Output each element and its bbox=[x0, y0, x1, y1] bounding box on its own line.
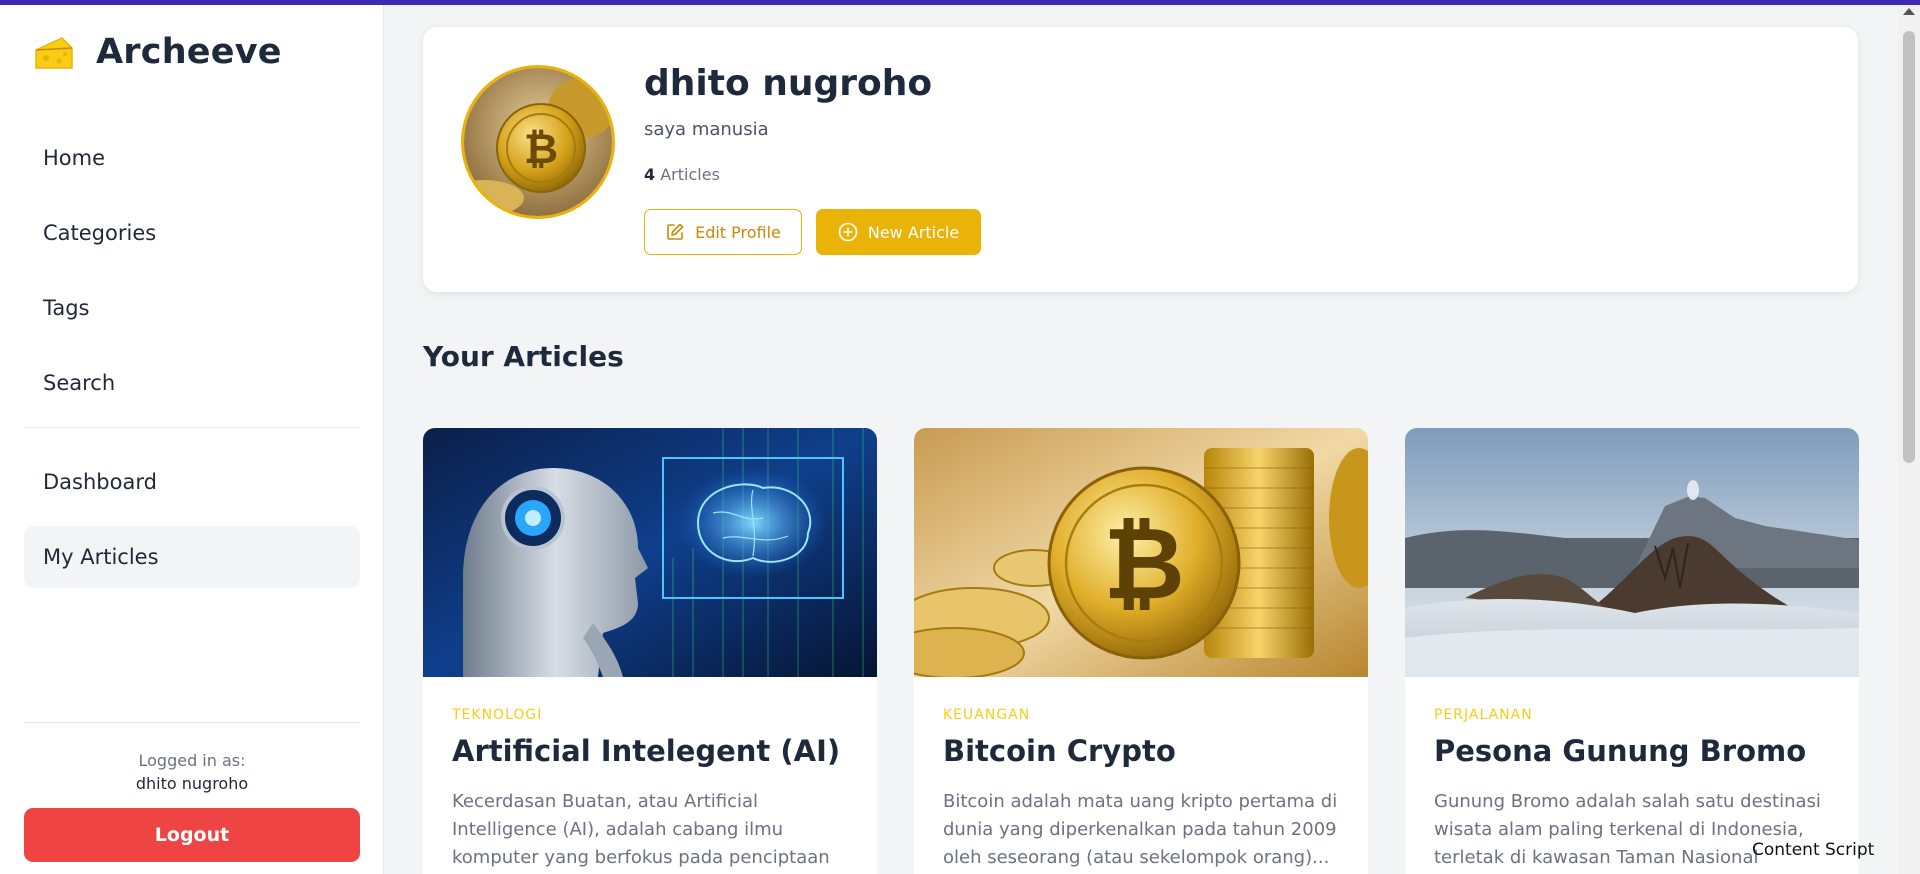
sidebar-item-search[interactable]: Search bbox=[24, 352, 360, 414]
plus-circle-icon bbox=[838, 222, 858, 242]
bitcoin-avatar-image: ₿ bbox=[464, 68, 612, 216]
brand-name: Archeeve bbox=[96, 32, 282, 72]
nav-divider bbox=[24, 427, 360, 428]
profile-card: ₿ dhito nugroho saya manusia 4 Articles … bbox=[423, 27, 1858, 292]
sidebar: Archeeve Home Categories Tags Search Das… bbox=[0, 5, 384, 874]
article-category: TEKNOLOGI bbox=[452, 707, 543, 723]
scroll-up-arrow-icon[interactable] bbox=[1903, 8, 1915, 15]
sidebar-item-label: My Articles bbox=[43, 545, 159, 569]
article-category: PERJALANAN bbox=[1434, 707, 1533, 723]
article-card[interactable]: ₿ KEUANGAN Bitcoin Crypto Bitcoin adalah… bbox=[914, 428, 1368, 874]
content-script-overlay: Content Script bbox=[1752, 840, 1875, 860]
article-image-bromo bbox=[1405, 428, 1859, 677]
brand[interactable]: Archeeve bbox=[32, 30, 282, 74]
sidebar-nav: Home Categories Tags Search Dashboard My… bbox=[24, 127, 360, 601]
article-excerpt: Bitcoin adalah mata uang kripto pertama … bbox=[943, 791, 1338, 868]
new-article-label: New Article bbox=[867, 222, 960, 242]
article-card[interactable]: PERJALANAN Pesona Gunung Bromo Gunung Br… bbox=[1405, 428, 1859, 874]
cheese-icon bbox=[35, 37, 73, 69]
article-title[interactable]: Pesona Gunung Bromo bbox=[1434, 734, 1806, 768]
article-count-label: Articles bbox=[660, 165, 720, 184]
sidebar-footer: Logged in as: dhito nugroho Logout bbox=[24, 722, 360, 862]
article-card[interactable]: TEKNOLOGI Artificial Intelegent (AI) Kec… bbox=[423, 428, 877, 874]
sidebar-item-label: Home bbox=[43, 146, 106, 170]
svg-text:₿: ₿ bbox=[1103, 505, 1185, 622]
avatar: ₿ bbox=[461, 65, 615, 219]
top-accent-bar bbox=[0, 0, 1920, 5]
sidebar-item-label: Categories bbox=[43, 221, 157, 245]
article-count-value: 4 bbox=[644, 165, 656, 184]
sidebar-item-label: Search bbox=[43, 371, 116, 395]
sidebar-item-home[interactable]: Home bbox=[24, 127, 360, 189]
sidebar-item-categories[interactable]: Categories bbox=[24, 202, 360, 264]
edit-profile-button[interactable]: Edit Profile bbox=[644, 209, 802, 255]
sidebar-item-tags[interactable]: Tags bbox=[24, 277, 360, 339]
article-title[interactable]: Artificial Intelegent (AI) bbox=[452, 734, 840, 768]
sidebar-item-label: Tags bbox=[43, 296, 90, 320]
article-excerpt: Kecerdasan Buatan, atau Artificial Intel… bbox=[452, 791, 830, 868]
profile-bio: saya manusia bbox=[644, 119, 769, 140]
edit-icon bbox=[667, 223, 684, 240]
article-title[interactable]: Bitcoin Crypto bbox=[943, 734, 1176, 768]
page-scrollbar[interactable] bbox=[1898, 5, 1920, 874]
logged-in-username: dhito nugroho bbox=[135, 774, 249, 793]
article-count: 4 Articles bbox=[644, 165, 720, 184]
article-image-ai bbox=[423, 428, 877, 677]
svg-text:₿: ₿ bbox=[524, 124, 558, 173]
article-image-bitcoin: ₿ bbox=[914, 428, 1368, 677]
section-title: Your Articles bbox=[423, 340, 624, 373]
edit-profile-label: Edit Profile bbox=[695, 222, 781, 242]
article-category: KEUANGAN bbox=[943, 707, 1031, 723]
logged-in-label: Logged in as: bbox=[138, 751, 246, 770]
sidebar-item-label: Dashboard bbox=[43, 470, 157, 494]
logout-button[interactable]: Logout bbox=[24, 808, 360, 862]
sidebar-item-dashboard[interactable]: Dashboard bbox=[24, 451, 360, 513]
new-article-button[interactable]: New Article bbox=[816, 209, 981, 255]
sidebar-item-my-articles[interactable]: My Articles bbox=[24, 526, 360, 588]
scroll-thumb[interactable] bbox=[1903, 31, 1915, 463]
profile-name: dhito nugroho bbox=[644, 63, 933, 104]
